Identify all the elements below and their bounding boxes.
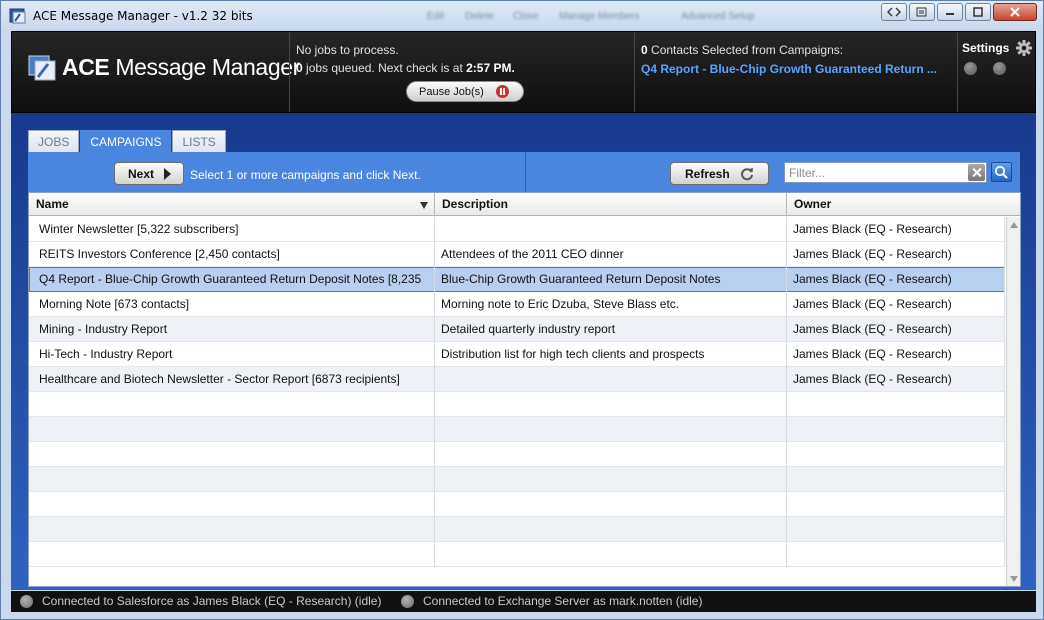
next-hint: Select 1 or more campaigns and click Nex… <box>190 168 421 182</box>
status-indicator-2 <box>993 62 1006 75</box>
logo-icon <box>28 55 56 80</box>
column-header-owner[interactable]: Owner <box>787 193 1020 216</box>
empty-row <box>29 417 1005 442</box>
cell-description: Attendees of the 2011 CEO dinner <box>435 242 787 267</box>
refresh-button[interactable]: Refresh <box>670 162 769 185</box>
next-button[interactable]: Next <box>114 162 184 185</box>
contacts-summary: 0 Contacts Selected from Campaigns: <box>641 43 844 57</box>
grid-header: Name Description Owner <box>29 193 1020 216</box>
campaigns-toolbar: Next Select 1 or more campaigns and clic… <box>28 152 1020 192</box>
cell-name: Hi-Tech - Industry Report <box>29 342 435 367</box>
app-window: ACE Message Manager - v1.2 32 bits Edit … <box>0 0 1044 620</box>
job-status: No jobs to process. 0 jobs queued. Next … <box>296 41 515 77</box>
status-indicator-1 <box>964 62 977 75</box>
minimize-icon[interactable] <box>937 3 963 21</box>
cell-description <box>435 217 787 242</box>
cell-owner: James Black (EQ - Research) <box>787 267 1005 292</box>
tab-bar: JOBS CAMPAIGNS LISTS <box>28 130 227 152</box>
tab-lists[interactable]: LISTS <box>172 130 226 152</box>
job-status-line-1: No jobs to process. <box>296 43 399 57</box>
exchange-status-icon <box>401 595 414 608</box>
search-icon <box>994 165 1008 179</box>
settings-label[interactable]: Settings <box>962 41 1009 55</box>
campaigns-grid: Name Description Owner Winter Newsletter… <box>28 192 1021 587</box>
cell-description: Blue-Chip Growth Guaranteed Return Depos… <box>435 267 787 292</box>
selected-campaign-link[interactable]: Q4 Report - Blue-Chip Growth Guaranteed … <box>641 60 937 79</box>
main-panel: JOBS CAMPAIGNS LISTS Next Select 1 or mo… <box>11 113 1036 590</box>
header-divider <box>634 32 635 112</box>
empty-row <box>29 542 1005 567</box>
app-header: ACE Message Manager No jobs to process. … <box>11 31 1036 113</box>
grid-rows: Winter Newsletter [5,322 subscribers] Ja… <box>29 217 1005 567</box>
title-bar[interactable]: ACE Message Manager - v1.2 32 bits Edit … <box>1 1 1043 31</box>
column-header-name[interactable]: Name <box>29 193 435 216</box>
toolbar-divider <box>525 152 526 192</box>
cell-owner: James Black (EQ - Research) <box>787 317 1005 342</box>
window-title: ACE Message Manager - v1.2 32 bits <box>33 9 253 23</box>
cell-owner: James Black (EQ - Research) <box>787 292 1005 317</box>
exchange-status: Connected to Exchange Server as mark.not… <box>423 594 703 608</box>
maximize-icon[interactable] <box>965 3 991 21</box>
cell-description: Distribution list for high tech clients … <box>435 342 787 367</box>
empty-row <box>29 467 1005 492</box>
obscured-menu-edit: Edit <box>427 11 445 22</box>
close-icon[interactable] <box>993 3 1037 21</box>
empty-row <box>29 442 1005 467</box>
cell-name: REITS Investors Conference [2,450 contac… <box>29 242 435 267</box>
app-icon <box>9 8 26 24</box>
obscured-menu-manage-members: Manage Members <box>559 11 640 22</box>
header-divider <box>289 32 290 112</box>
table-row[interactable]: Healthcare and Biotech Newsletter - Sect… <box>29 367 1005 392</box>
app-name: ACE Message Manager <box>62 54 300 80</box>
scroll-up-icon[interactable] <box>1010 222 1018 228</box>
cell-name: Q4 Report - Blue-Chip Growth Guaranteed … <box>29 267 435 292</box>
empty-row <box>29 517 1005 542</box>
obscured-menu-delete: Delete <box>465 11 494 22</box>
cell-description: Detailed quarterly industry report <box>435 317 787 342</box>
table-row[interactable]: REITS Investors Conference [2,450 contac… <box>29 242 1005 267</box>
app-logo: ACE Message Manager <box>28 54 300 81</box>
salesforce-status-icon <box>20 595 33 608</box>
pause-icon <box>496 85 509 98</box>
filter-input[interactable]: Filter... <box>784 162 987 183</box>
job-status-line-2: 0 jobs queued. Next check is at 2:57 PM. <box>296 61 515 75</box>
cell-name: Healthcare and Biotech Newsletter - Sect… <box>29 367 435 392</box>
cell-name: Winter Newsletter [5,322 subscribers] <box>29 217 435 242</box>
obscured-menu-advanced-setup: Advanced Setup <box>681 11 755 22</box>
empty-row <box>29 492 1005 517</box>
table-row[interactable]: Winter Newsletter [5,322 subscribers] Ja… <box>29 217 1005 242</box>
empty-row <box>29 392 1005 417</box>
refresh-icon <box>741 168 753 181</box>
status-bar: Connected to Salesforce as James Black (… <box>11 591 1036 612</box>
table-row-selected[interactable]: Q4 Report - Blue-Chip Growth Guaranteed … <box>29 267 1005 292</box>
back-icon[interactable] <box>881 3 907 21</box>
scroll-down-icon[interactable] <box>1010 576 1018 582</box>
restore-layout-icon[interactable] <box>909 3 935 21</box>
cell-owner: James Black (EQ - Research) <box>787 242 1005 267</box>
cell-description <box>435 367 787 392</box>
table-row[interactable]: Mining - Industry Report Detailed quarte… <box>29 317 1005 342</box>
table-row[interactable]: Hi-Tech - Industry Report Distribution l… <box>29 342 1005 367</box>
column-header-description[interactable]: Description <box>435 193 787 216</box>
vertical-scrollbar[interactable] <box>1006 217 1020 586</box>
cell-description: Morning note to Eric Dzuba, Steve Blass … <box>435 292 787 317</box>
salesforce-status: Connected to Salesforce as James Black (… <box>42 594 382 608</box>
clear-filter-icon[interactable] <box>968 164 985 181</box>
cell-owner: James Black (EQ - Research) <box>787 217 1005 242</box>
cell-name: Morning Note [673 contacts] <box>29 292 435 317</box>
obscured-menu-close: Close <box>513 11 539 22</box>
pause-jobs-button[interactable]: Pause Job(s) <box>406 81 524 102</box>
arrow-right-icon <box>164 168 171 180</box>
header-divider <box>957 32 958 112</box>
gear-icon[interactable] <box>1016 40 1032 56</box>
cell-name: Mining - Industry Report <box>29 317 435 342</box>
table-row[interactable]: Morning Note [673 contacts] Morning note… <box>29 292 1005 317</box>
search-button[interactable] <box>991 162 1012 182</box>
selected-contacts: 0 Contacts Selected from Campaigns: Q4 R… <box>641 41 937 79</box>
cell-owner: James Black (EQ - Research) <box>787 342 1005 367</box>
tab-campaigns[interactable]: CAMPAIGNS <box>80 130 172 152</box>
sort-desc-icon <box>420 202 428 209</box>
tab-jobs[interactable]: JOBS <box>28 130 80 152</box>
cell-owner: James Black (EQ - Research) <box>787 367 1005 392</box>
